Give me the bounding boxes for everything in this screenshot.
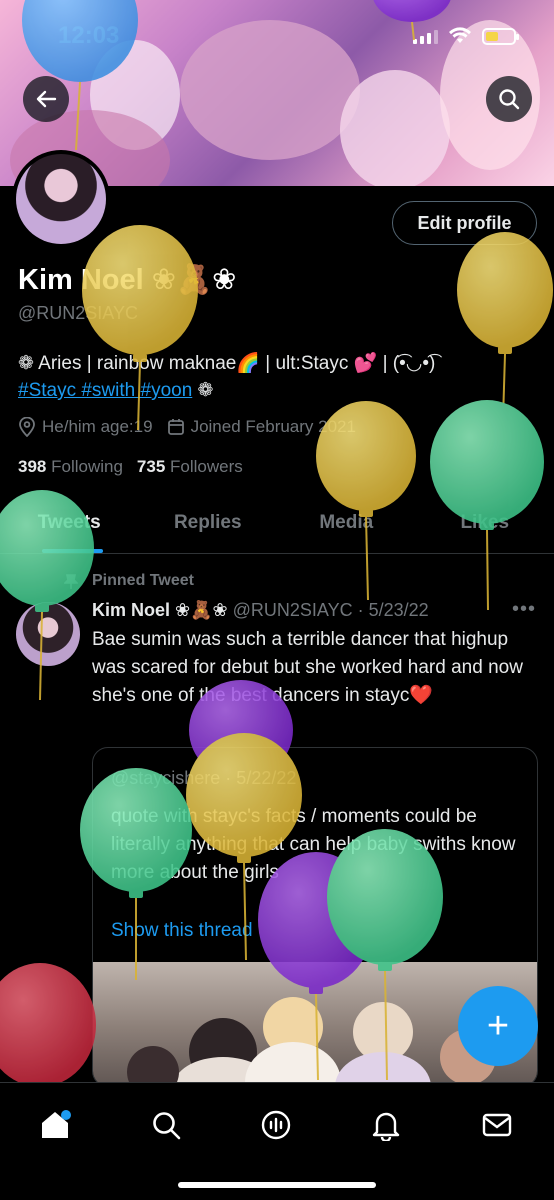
home-indicator <box>178 1182 376 1188</box>
more-options-icon[interactable]: ••• <box>512 598 536 621</box>
profile-tabs: Tweets Replies Media Likes <box>0 498 554 554</box>
bio-text: ❁ Aries | rainbow maknae🌈 | ult:Stayc 💕 … <box>18 353 436 374</box>
compose-tweet-button[interactable]: + <box>458 986 538 1066</box>
following-label: Following <box>51 457 123 476</box>
profile-meta: He/him age:19 Joined February 2021 <box>18 417 356 437</box>
avatar <box>16 154 106 244</box>
nav-notifications[interactable] <box>364 1103 408 1147</box>
status-time: 12:03 <box>58 22 120 49</box>
follow-stats: 398 Following 735 Followers <box>18 457 243 477</box>
search-icon <box>499 89 520 110</box>
back-button[interactable] <box>23 76 69 122</box>
status-icons <box>413 27 519 45</box>
quote-header: @staycishere · 5/22/22 <box>111 768 297 788</box>
tweet-text: Bae sumin was such a terrible dancer tha… <box>92 629 523 706</box>
calendar-icon <box>167 419 184 435</box>
signal-icon <box>413 28 438 44</box>
quote-text: quote with stayc's facts / moments could… <box>111 806 516 883</box>
pinned-label: Pinned Tweet <box>92 572 194 589</box>
envelope-icon <box>482 1113 512 1137</box>
show-thread-link[interactable]: Show this thread <box>111 920 253 942</box>
followers-count: 735 <box>136 457 166 476</box>
profile-handle: @RUN2SIAYC <box>18 303 138 323</box>
spaces-microphone-icon <box>261 1110 291 1140</box>
profile-name: Kim Noel ❀🧸❀ <box>18 264 237 296</box>
home-icon <box>42 1110 71 1138</box>
battery-icon <box>482 27 519 45</box>
tweet-header: Kim Noel ❀🧸❀ @RUN2SIAYC · 5/23/22 <box>92 600 429 621</box>
arrow-left-icon <box>36 90 57 108</box>
nav-spaces[interactable] <box>254 1103 298 1147</box>
bio-hashtags[interactable]: #Stayc #swith #yoon <box>18 380 192 401</box>
edit-profile-button[interactable]: Edit profile <box>392 201 537 245</box>
wifi-icon <box>449 27 471 43</box>
tweet-meta: @RUN2SIAYC · 5/23/22 <box>232 600 429 620</box>
followers-link[interactable]: 735 Followers <box>137 457 243 477</box>
bio-end: ❁ <box>192 380 214 401</box>
bell-icon <box>372 1112 400 1141</box>
profile-bio: ❁ Aries | rainbow maknae🌈 | ult:Stayc 💕 … <box>18 350 538 404</box>
tab-tweets[interactable]: Tweets <box>0 498 139 553</box>
followers-label: Followers <box>170 457 243 476</box>
tab-replies[interactable]: Replies <box>139 498 278 553</box>
location-icon <box>19 417 35 437</box>
following-link[interactable]: 398 Following <box>18 457 123 477</box>
following-count: 398 <box>18 457 47 476</box>
tab-likes[interactable]: Likes <box>416 498 554 553</box>
nav-home[interactable] <box>33 1103 77 1147</box>
tweet-avatar[interactable] <box>16 602 80 666</box>
pronouns-text: He/him age:19 <box>42 417 153 436</box>
pin-icon <box>64 574 78 589</box>
joined-text: Joined February 2021 <box>190 417 356 436</box>
nav-search[interactable] <box>144 1103 188 1147</box>
nav-messages[interactable] <box>475 1103 519 1147</box>
search-icon <box>153 1112 181 1140</box>
search-button[interactable] <box>486 76 532 122</box>
tab-media[interactable]: Media <box>277 498 416 553</box>
tweet-author[interactable]: Kim Noel ❀🧸❀ <box>92 600 228 620</box>
profile-avatar[interactable] <box>12 150 110 248</box>
